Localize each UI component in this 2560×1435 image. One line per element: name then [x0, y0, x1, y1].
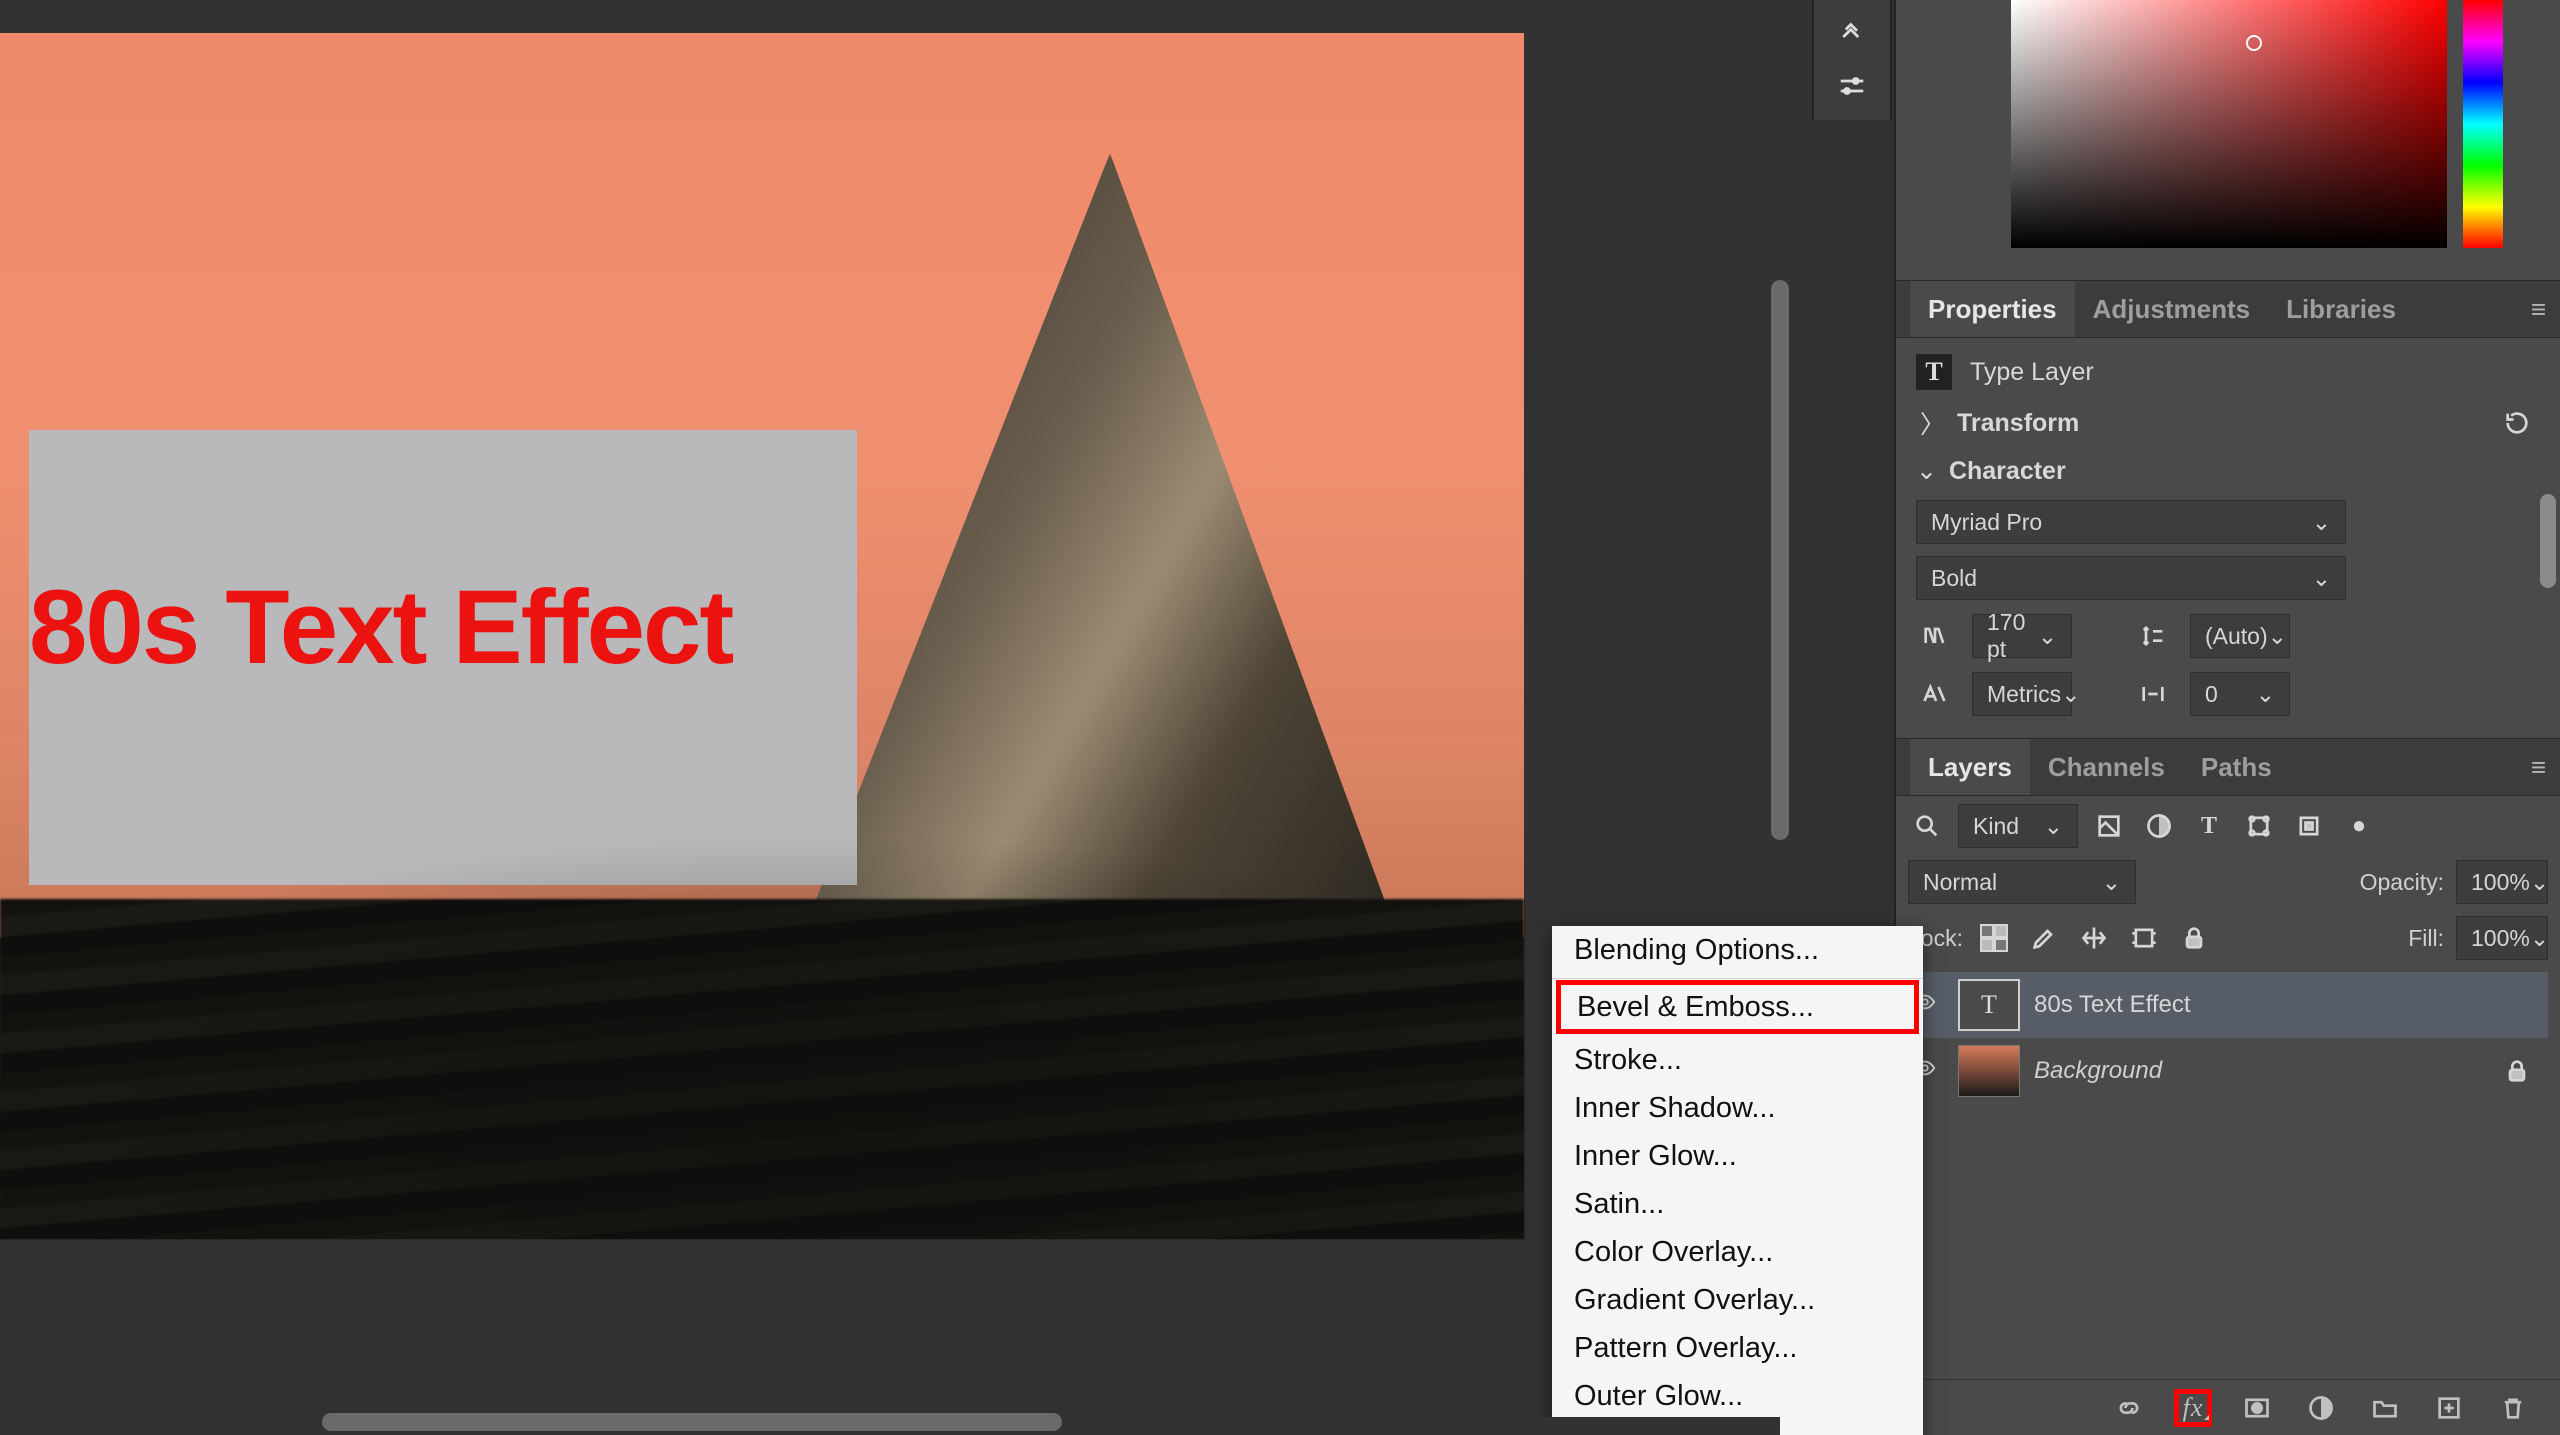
lock-paint-icon[interactable] [2025, 919, 2063, 957]
fill-label: Fill: [2408, 925, 2444, 952]
type-layer-icon: T [1916, 354, 1952, 390]
font-family-dropdown[interactable]: Myriad Pro ⌄ [1916, 500, 2346, 544]
status-bar [0, 1417, 1780, 1435]
adjustment-layer-icon[interactable] [2302, 1389, 2340, 1427]
menu-item[interactable]: Outer Glow... [1552, 1372, 1923, 1420]
layer-fx-button[interactable]: fx [2174, 1389, 2212, 1427]
chevron-right-icon[interactable]: 〉 [1920, 405, 1945, 441]
tab-libraries[interactable]: Libraries [2268, 281, 2414, 337]
menu-item[interactable]: Inner Shadow... [1552, 1084, 1923, 1132]
tracking-icon [2134, 675, 2172, 713]
document-canvas[interactable]: 80s Text Effect [0, 33, 1524, 1239]
reset-icon[interactable] [2498, 404, 2536, 442]
font-size-dropdown[interactable]: 170 pt⌄ [1972, 614, 2072, 658]
new-group-icon[interactable] [2366, 1389, 2404, 1427]
typelayer-label: Type Layer [1970, 358, 2094, 387]
tab-paths[interactable]: Paths [2183, 739, 2290, 795]
mountain-shape [760, 153, 1460, 953]
lock-transparency-icon[interactable] [1975, 919, 2013, 957]
lock-artboard-icon[interactable] [2125, 919, 2163, 957]
color-picker-marker[interactable] [2246, 35, 2262, 51]
search-icon[interactable] [1908, 807, 1946, 845]
menu-item[interactable]: Inner Glow... [1552, 1132, 1923, 1180]
link-layers-icon[interactable] [2110, 1389, 2148, 1427]
font-style-dropdown[interactable]: Bold ⌄ [1916, 556, 2346, 600]
filter-pixel-icon[interactable] [2090, 807, 2128, 845]
tab-properties[interactable]: Properties [1910, 281, 2075, 337]
filter-kind-value: Kind [1973, 813, 2019, 840]
lock-all-icon[interactable] [2175, 919, 2213, 957]
font-size-icon [1916, 617, 1954, 655]
layer-style-menu: Blending Options...Bevel & Emboss...Stro… [1552, 926, 1923, 1435]
filter-smart-icon[interactable] [2290, 807, 2328, 845]
layer-list: T 80s Text Effect Background [1908, 972, 2548, 1104]
fill-dropdown[interactable]: 100%⌄ [2456, 916, 2548, 960]
menu-item[interactable]: Pattern Overlay... [1552, 1324, 1923, 1372]
tab-layers[interactable]: Layers [1910, 739, 2030, 795]
properties-body: T Type Layer 〉 Transform ⌄ Character Myr… [1896, 338, 2560, 738]
blend-mode-dropdown[interactable]: Normal⌄ [1908, 860, 2136, 904]
right-panel: Properties Adjustments Libraries ≡ T Typ… [1894, 0, 2560, 1435]
menu-item[interactable]: Color Overlay... [1552, 1228, 1923, 1276]
menu-item[interactable]: Bevel & Emboss... [1556, 980, 1919, 1034]
rocks-foreground [0, 899, 1524, 1239]
panel-menu-icon[interactable]: ≡ [2531, 294, 2546, 325]
layer-item[interactable]: T 80s Text Effect [1908, 972, 2548, 1038]
healing-brush-tool-icon[interactable] [1822, 10, 1882, 54]
properties-tabs: Properties Adjustments Libraries ≡ [1896, 280, 2560, 338]
menu-item[interactable]: Blending Options... [1552, 926, 1923, 979]
tab-channels[interactable]: Channels [2030, 739, 2183, 795]
opacity-label: Opacity: [2360, 869, 2444, 896]
canvas-text[interactable]: 80s Text Effect [29, 568, 732, 688]
opacity-dropdown[interactable]: 100%⌄ [2456, 860, 2548, 904]
tab-adjustments[interactable]: Adjustments [2075, 281, 2268, 337]
filter-toggle-icon[interactable]: ● [2340, 807, 2378, 845]
transform-label[interactable]: Transform [1957, 409, 2079, 438]
layer-name[interactable]: 80s Text Effect [2034, 991, 2191, 1019]
layer-name[interactable]: Background [2034, 1057, 2162, 1085]
leading-icon [2134, 617, 2172, 655]
layer-thumbnail[interactable]: T [1958, 979, 2020, 1031]
layer-thumbnail[interactable] [1958, 1045, 2020, 1097]
font-size-value: 170 pt [1987, 609, 2038, 663]
lock-icon[interactable] [2498, 1052, 2536, 1090]
menu-item[interactable]: Gradient Overlay... [1552, 1276, 1923, 1324]
canvas-v-scrollbar[interactable] [1771, 280, 1789, 840]
panel-menu-icon[interactable]: ≡ [2531, 752, 2546, 783]
sliders-icon[interactable] [1822, 64, 1882, 108]
kerning-icon [1916, 675, 1954, 713]
leading-dropdown[interactable]: (Auto)⌄ [2190, 614, 2290, 658]
character-label[interactable]: Character [1949, 457, 2066, 486]
layers-tabs: Layers Channels Paths ≡ [1896, 738, 2560, 796]
tracking-value: 0 [2205, 681, 2218, 708]
blend-mode-value: Normal [1923, 869, 1997, 896]
layers-bottom-bar: fx [1896, 1379, 2560, 1435]
font-style-value: Bold [1931, 565, 1977, 592]
layer-mask-icon[interactable] [2238, 1389, 2276, 1427]
filter-kind-dropdown[interactable]: Kind⌄ [1958, 804, 2078, 848]
opacity-value: 100% [2471, 869, 2530, 896]
menu-item[interactable]: Satin... [1552, 1180, 1923, 1228]
filter-shape-icon[interactable] [2240, 807, 2278, 845]
tool-rail [1812, 0, 1892, 120]
color-picker[interactable] [2011, 0, 2447, 248]
layers-body: Kind⌄ T ● Normal⌄ Opacity: 100%⌄ Lock: [1896, 796, 2560, 1104]
panel-v-scrollbar[interactable] [2540, 494, 2556, 588]
kerning-dropdown[interactable]: Metrics⌄ [1972, 672, 2072, 716]
font-family-value: Myriad Pro [1931, 509, 2042, 536]
delete-layer-icon[interactable] [2494, 1389, 2532, 1427]
canvas-h-scrollbar[interactable] [322, 1413, 1062, 1431]
layer-item[interactable]: Background [1908, 1038, 2548, 1104]
leading-value: (Auto) [2205, 623, 2268, 650]
hue-slider[interactable] [2463, 0, 2503, 248]
new-layer-icon[interactable] [2430, 1389, 2468, 1427]
menu-item[interactable]: Stroke... [1552, 1036, 1923, 1084]
lock-position-icon[interactable] [2075, 919, 2113, 957]
filter-adjustment-icon[interactable] [2140, 807, 2178, 845]
fill-value: 100% [2471, 925, 2530, 952]
tracking-dropdown[interactable]: 0⌄ [2190, 672, 2290, 716]
kerning-value: Metrics [1987, 681, 2061, 708]
filter-type-icon[interactable]: T [2190, 807, 2228, 845]
chevron-down-icon[interactable]: ⌄ [1916, 456, 1937, 486]
